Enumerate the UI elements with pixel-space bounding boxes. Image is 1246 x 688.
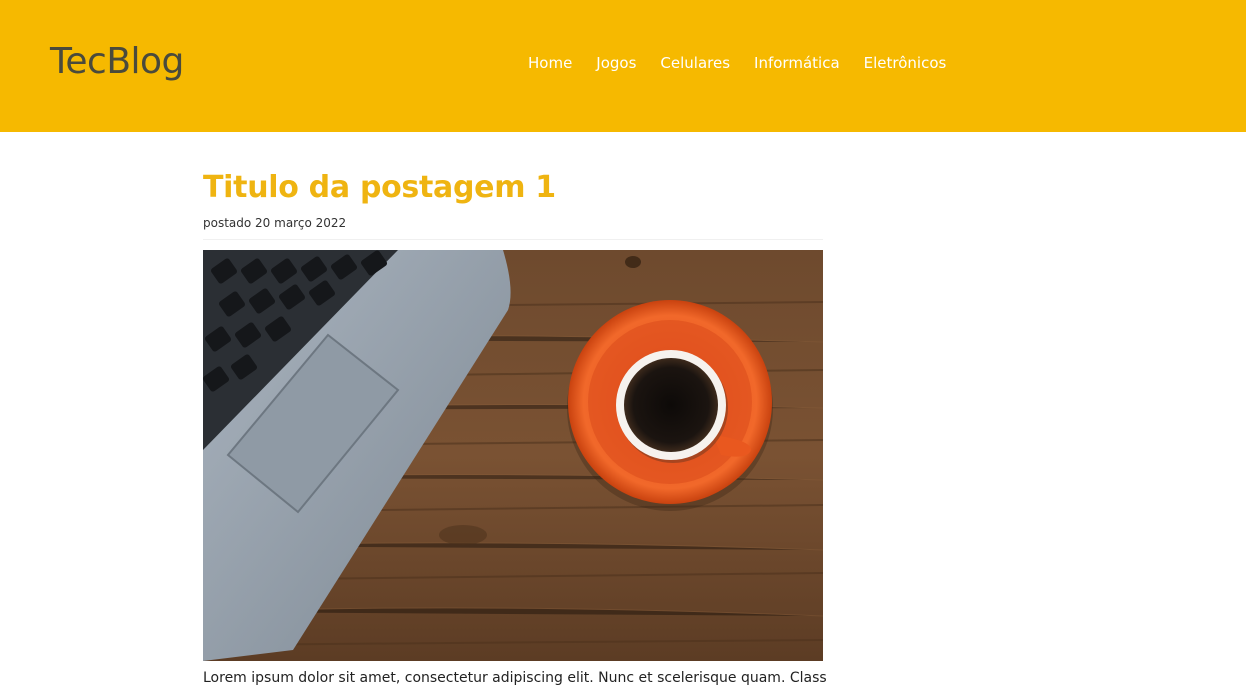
site-logo[interactable]: TecBlog [50, 40, 184, 84]
blog-post: Titulo da postagem 1 postado 20 março 20… [203, 168, 823, 661]
nav-item-jogos[interactable]: Jogos [596, 53, 636, 73]
main-nav: Home Jogos Celulares Informática Eletrôn… [528, 53, 970, 73]
post-date: postado 20 março 2022 [203, 216, 347, 230]
nav-item-home[interactable]: Home [528, 53, 572, 73]
divider [203, 239, 823, 240]
nav-item-eletronicos[interactable]: Eletrônicos [864, 53, 947, 73]
site-header: TecBlog Home Jogos Celulares Informática… [0, 0, 1246, 132]
nav-item-informatica[interactable]: Informática [754, 53, 840, 73]
post-excerpt: Lorem ipsum dolor sit amet, consectetur … [203, 670, 827, 686]
post-title[interactable]: Titulo da postagem 1 [203, 168, 823, 208]
nav-item-celulares[interactable]: Celulares [660, 53, 730, 73]
post-image [203, 250, 823, 661]
